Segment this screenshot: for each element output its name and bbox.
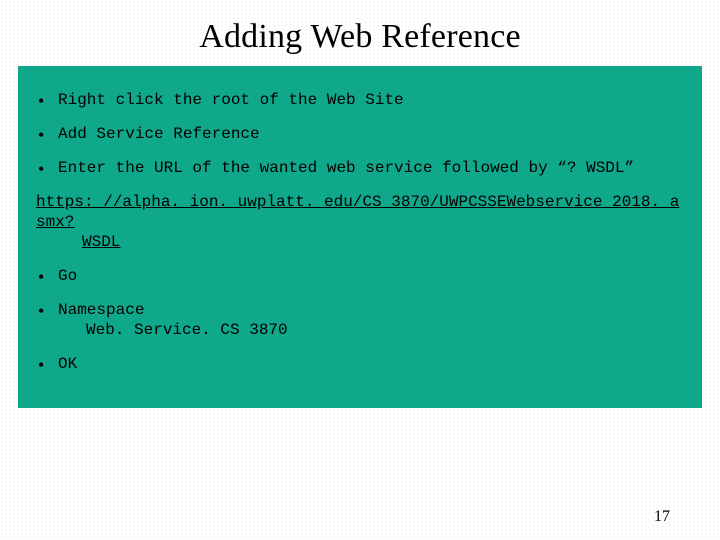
bullet-right-click: Right click the root of the Web Site [30, 90, 690, 110]
service-url: https: //alpha. ion. uwplatt. edu/CS 387… [30, 192, 690, 252]
slide-body: Right click the root of the Web Site Add… [18, 66, 702, 408]
service-url-line2: WSDL [36, 232, 684, 252]
slide-title: Adding Web Reference [0, 0, 720, 66]
bullet-ok: OK [30, 354, 690, 374]
bullet-namespace-value: Web. Service. CS 3870 [58, 320, 690, 340]
bullet-namespace: Namespace Web. Service. CS 3870 [30, 300, 690, 340]
bullet-add-service-reference: Add Service Reference [30, 124, 690, 144]
bullet-go: Go [30, 266, 690, 286]
bullet-namespace-label: Namespace [58, 301, 144, 319]
page-number: 17 [654, 508, 670, 526]
bullet-enter-url: Enter the URL of the wanted web service … [30, 158, 690, 178]
service-url-line1: https: //alpha. ion. uwplatt. edu/CS 387… [36, 193, 679, 231]
